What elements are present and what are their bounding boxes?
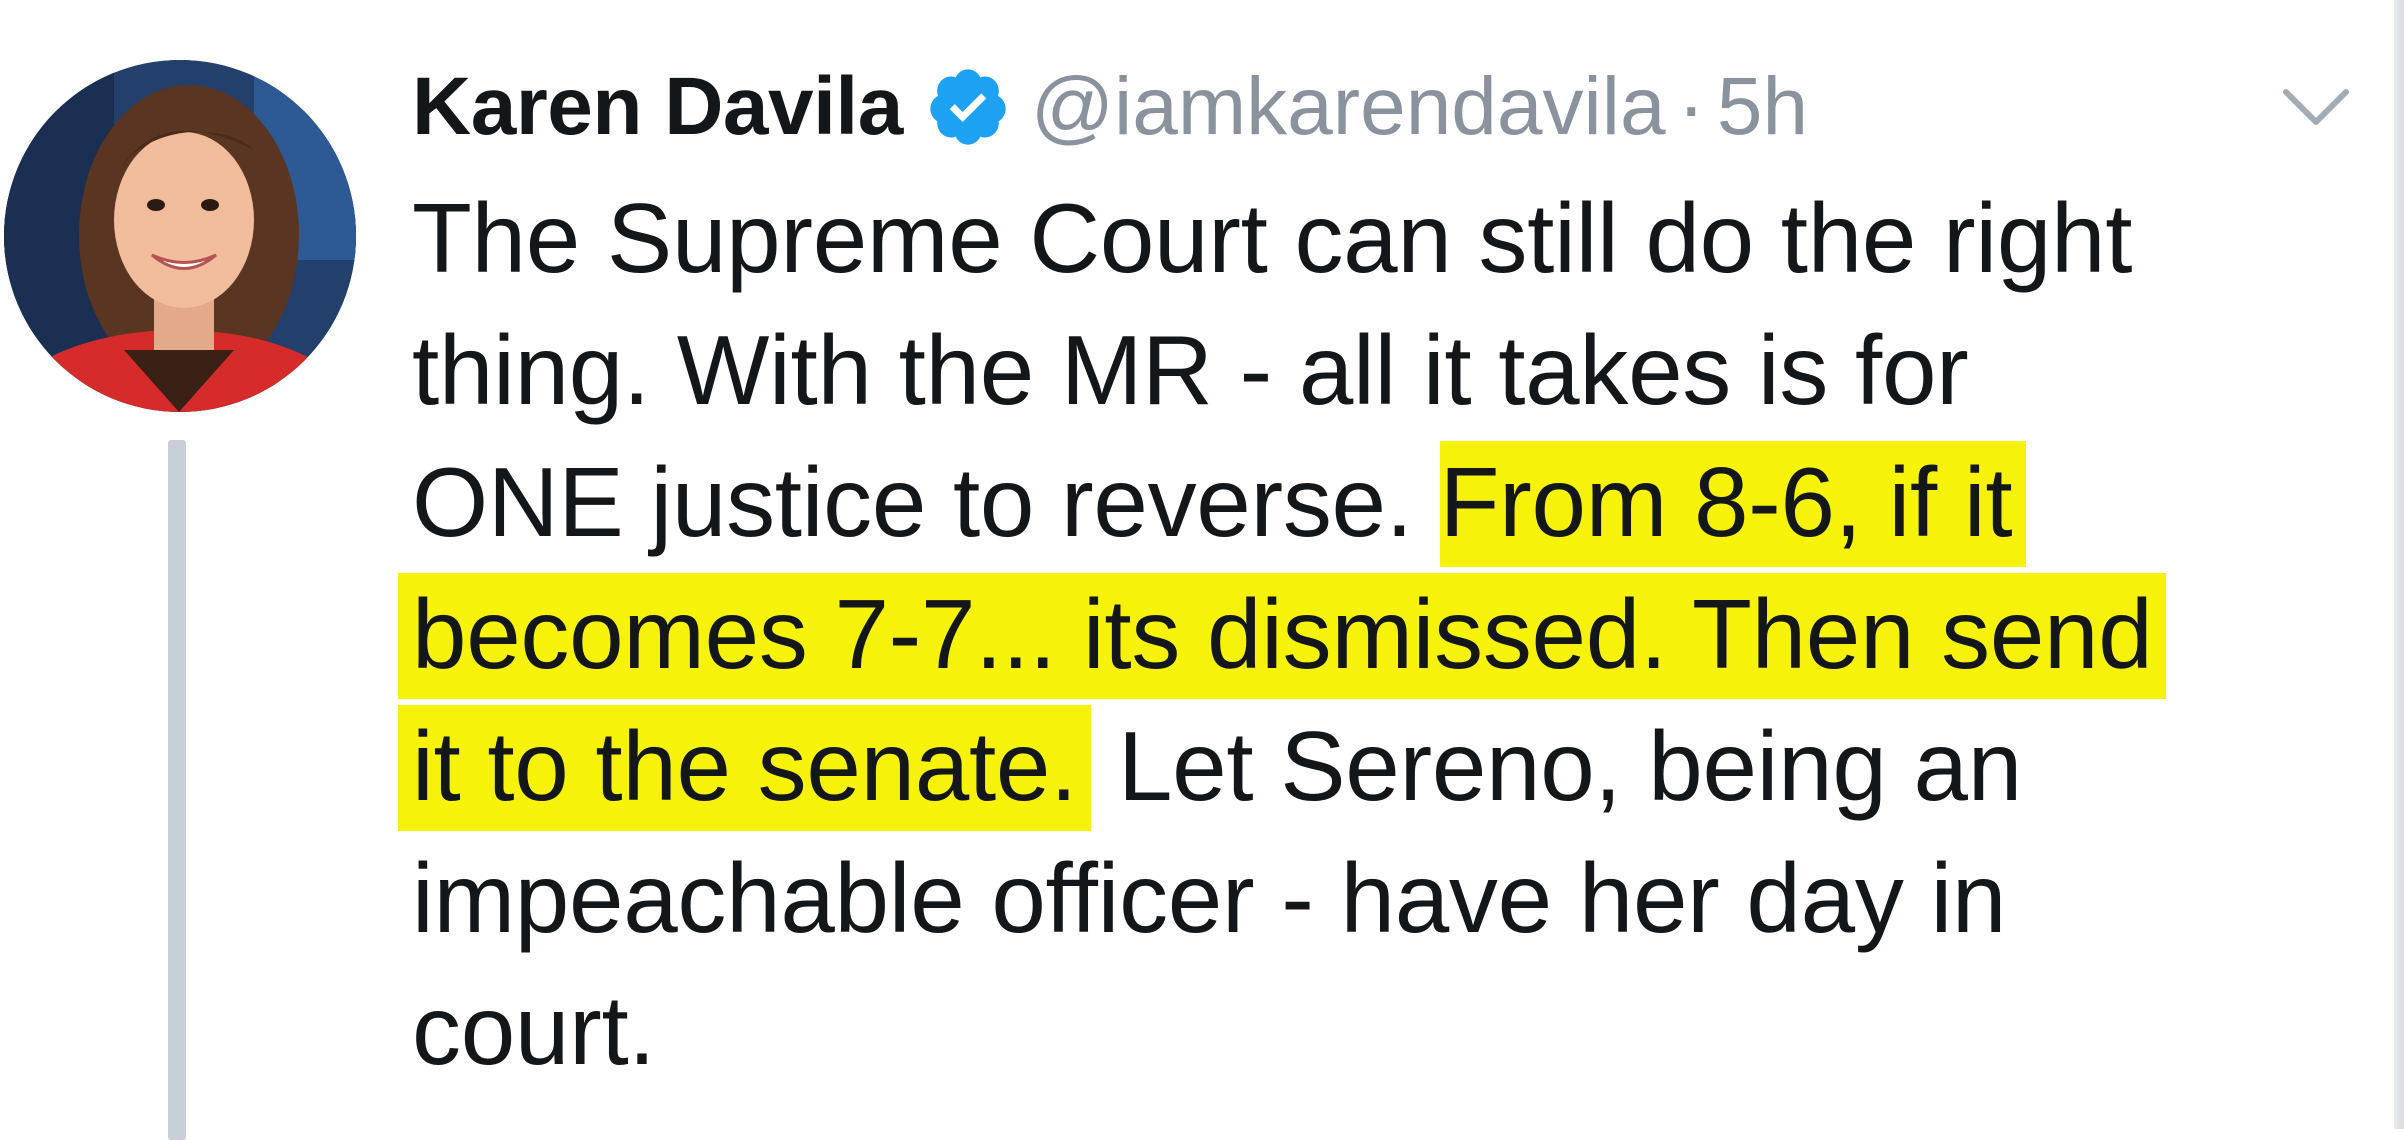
author-name[interactable]: Karen Davila <box>412 60 903 154</box>
chevron-down-icon[interactable] <box>2280 84 2352 132</box>
tweet-timestamp[interactable]: 5h <box>1717 60 1808 154</box>
separator-dot: · <box>1677 61 1705 152</box>
author-handle[interactable]: @iamkarendavila <box>1031 60 1666 154</box>
tweet-text-segment: The Supreme Court can still do the right <box>412 183 2133 293</box>
tweet-text-segment: thing. With the MR - all it takes is for <box>412 315 1969 425</box>
tweet-text-segment: court. <box>412 975 656 1085</box>
verified-badge-icon <box>930 69 1006 145</box>
highlighted-text: becomes 7-7... its dismissed. Then send <box>398 573 2167 699</box>
thread-line <box>168 440 186 1140</box>
tweet-text: The Supreme Court can still do the right… <box>398 172 2372 1096</box>
tweet-text-segment: ONE justice to reverse. <box>412 447 1440 557</box>
tweet-line-6: impeachable officer - have her day in <box>412 832 2372 964</box>
avatar[interactable] <box>4 60 356 412</box>
tweet-line-2: thing. With the MR - all it takes is for <box>412 304 2372 436</box>
tweet-card: Karen Davila @iamkarendavila · 5h The Su… <box>0 0 2404 1140</box>
avatar-image <box>4 60 356 412</box>
tweet-text-segment: Let Sereno, being an <box>1117 711 2022 821</box>
card-border <box>2394 0 2404 1129</box>
tweet-line-4: becomes 7-7... its dismissed. Then send <box>398 568 2372 700</box>
tweet-line-5: it to the senate. Let Sereno, being an <box>398 700 2372 832</box>
highlighted-text: From 8-6, if it <box>1439 441 2027 567</box>
tweet-line-3: ONE justice to reverse. From 8-6, if it <box>412 436 2372 568</box>
tweet-header: Karen Davila @iamkarendavila · 5h <box>412 52 1808 162</box>
tweet-text-segment: impeachable officer - have her day in <box>412 843 2007 953</box>
tweet-line-7: court. <box>412 964 2372 1096</box>
highlighted-text: it to the senate. <box>398 705 1092 831</box>
tweet-line-1: The Supreme Court can still do the right <box>412 172 2372 304</box>
